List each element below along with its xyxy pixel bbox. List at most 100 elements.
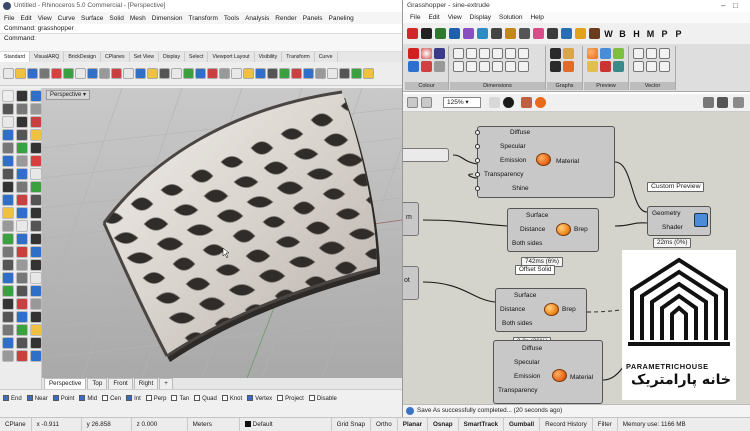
standard-tool-icon[interactable] bbox=[183, 68, 194, 79]
gumball-toggle[interactable]: Gumball bbox=[504, 418, 541, 431]
maximize-icon[interactable]: □ bbox=[733, 0, 738, 12]
gh-menu-item-help[interactable]: Help bbox=[530, 14, 543, 21]
modeling-tool-icon[interactable] bbox=[2, 259, 14, 271]
display-tab-icon[interactable] bbox=[533, 28, 544, 39]
osnap-cen[interactable]: Cen bbox=[102, 395, 121, 402]
gh-plugin-tab[interactable]: P bbox=[673, 28, 684, 40]
menu-item-transform[interactable]: Transform bbox=[189, 15, 218, 22]
toolbar-tab-select[interactable]: Select bbox=[185, 52, 209, 62]
modeling-tool-icon[interactable] bbox=[16, 285, 28, 297]
osnap-checkbox[interactable] bbox=[102, 395, 109, 401]
modeling-tool-icon[interactable] bbox=[30, 311, 42, 323]
osnap-end[interactable]: End bbox=[3, 395, 22, 402]
dim-tag-icon[interactable] bbox=[492, 61, 503, 72]
standard-tool-icon[interactable] bbox=[291, 68, 302, 79]
surface-tab-icon[interactable] bbox=[477, 28, 488, 39]
modeling-tool-icon[interactable] bbox=[30, 324, 42, 336]
preview-eye-icon[interactable] bbox=[503, 97, 514, 108]
custom-preview-component[interactable]: Geometry Shader bbox=[647, 206, 711, 236]
standard-tool-icon[interactable] bbox=[39, 68, 50, 79]
colour-cmyk-icon[interactable] bbox=[408, 61, 419, 72]
osnap-checkbox[interactable] bbox=[277, 395, 284, 401]
osnap-checkbox[interactable] bbox=[247, 395, 254, 401]
standard-tool-icon[interactable] bbox=[51, 68, 62, 79]
osnap-checkbox[interactable] bbox=[52, 395, 59, 401]
colour-rgb-icon[interactable] bbox=[408, 48, 419, 59]
params-tab-icon[interactable] bbox=[407, 28, 418, 39]
modeling-tool-icon[interactable] bbox=[30, 285, 42, 297]
gh-plugin-tab[interactable]: P bbox=[659, 28, 670, 40]
menu-item-dimension[interactable]: Dimension bbox=[152, 15, 183, 22]
transform-tab-icon[interactable] bbox=[519, 28, 530, 39]
shaded-preview-icon[interactable] bbox=[535, 97, 546, 108]
standard-tool-icon[interactable] bbox=[75, 68, 86, 79]
dim-angular-icon[interactable] bbox=[466, 48, 477, 59]
modeling-tool-icon[interactable] bbox=[16, 337, 28, 349]
modeling-tool-icon[interactable] bbox=[30, 207, 42, 219]
gh-plugin-tab[interactable]: M bbox=[645, 28, 656, 40]
modeling-tool-icon[interactable] bbox=[16, 298, 28, 310]
menu-item-mesh[interactable]: Mesh bbox=[130, 15, 146, 22]
filter-toggle[interactable]: Filter bbox=[593, 418, 618, 431]
osnap-project[interactable]: Project bbox=[277, 395, 304, 402]
sets-tab-icon[interactable] bbox=[435, 28, 446, 39]
modeling-tool-icon[interactable] bbox=[16, 207, 28, 219]
vector-tab-icon[interactable] bbox=[449, 28, 460, 39]
cloud-display-icon[interactable] bbox=[613, 48, 624, 59]
dim-arrow-icon[interactable] bbox=[505, 61, 516, 72]
shader1-port[interactable] bbox=[475, 130, 480, 135]
osnap-quad[interactable]: Quad bbox=[194, 395, 217, 402]
toolbar-tab-set-view[interactable]: Set View bbox=[130, 52, 160, 62]
standard-tool-icon[interactable] bbox=[219, 68, 230, 79]
pufferfish-tab-icon[interactable] bbox=[575, 28, 586, 39]
planar-toggle[interactable]: Planar bbox=[398, 418, 429, 431]
modeling-tool-icon[interactable] bbox=[2, 129, 14, 141]
modeling-tool-icon[interactable] bbox=[30, 103, 42, 115]
standard-tool-icon[interactable] bbox=[363, 68, 374, 79]
point-order-icon[interactable] bbox=[633, 61, 644, 72]
modeling-tool-icon[interactable] bbox=[2, 181, 14, 193]
modeling-tool-icon[interactable] bbox=[2, 220, 14, 232]
bar-graph-icon[interactable] bbox=[563, 48, 574, 59]
gh-menu-item-file[interactable]: File bbox=[410, 14, 420, 21]
standard-tool-icon[interactable] bbox=[339, 68, 350, 79]
modeling-tool-icon[interactable] bbox=[2, 207, 14, 219]
layer-indicator[interactable]: Default bbox=[240, 418, 332, 431]
open-file-icon[interactable] bbox=[407, 97, 418, 108]
toolbar-tab-standard[interactable]: Standard bbox=[0, 52, 31, 62]
osnap-point[interactable]: Point bbox=[52, 395, 74, 402]
shader1-port[interactable] bbox=[475, 172, 480, 177]
menu-item-tools[interactable]: Tools bbox=[224, 15, 239, 22]
modeling-tool-icon[interactable] bbox=[2, 103, 14, 115]
vector-display-ex-icon[interactable] bbox=[646, 48, 657, 59]
toolbar-tab-viewport-layout[interactable]: Viewport Layout bbox=[208, 52, 255, 62]
osnap-mid[interactable]: Mid bbox=[79, 395, 97, 402]
viewport-title[interactable]: Perspective ▾ bbox=[46, 90, 91, 100]
osnap-checkbox[interactable] bbox=[194, 395, 201, 401]
modeling-tool-icon[interactable] bbox=[16, 220, 28, 232]
create-material-component-1[interactable]: Diffuse Specular Emission Transparency S… bbox=[475, 126, 615, 198]
toolbar-tab-visualarq[interactable]: VisualARQ bbox=[30, 52, 65, 62]
standard-tool-icon[interactable] bbox=[255, 68, 266, 79]
osnap-checkbox[interactable] bbox=[3, 395, 9, 401]
modeling-tool-icon[interactable] bbox=[30, 90, 42, 102]
modeling-tool-icon[interactable] bbox=[16, 155, 28, 167]
standard-tool-icon[interactable] bbox=[315, 68, 326, 79]
viewport-tab-perspective[interactable]: Perspective bbox=[44, 377, 87, 390]
plane-display-icon[interactable] bbox=[659, 61, 670, 72]
minimize-icon[interactable]: – bbox=[721, 0, 725, 12]
create-material-component-2[interactable]: Diffuse Specular Emission Transparency M… bbox=[493, 340, 603, 404]
modeling-tool-icon[interactable] bbox=[2, 116, 14, 128]
modeling-tool-icon[interactable] bbox=[16, 259, 28, 271]
menu-item-analysis[interactable]: Analysis bbox=[245, 15, 269, 22]
modeling-tool-icon[interactable] bbox=[30, 181, 42, 193]
canvas-settings-icon[interactable] bbox=[733, 97, 744, 108]
dim-linear-icon[interactable] bbox=[505, 48, 516, 59]
standard-tool-icon[interactable] bbox=[327, 68, 338, 79]
gradient-preview-icon[interactable] bbox=[613, 61, 624, 72]
menu-item-file[interactable]: File bbox=[4, 15, 14, 22]
quick-graph-icon[interactable] bbox=[550, 61, 561, 72]
modeling-tool-icon[interactable] bbox=[16, 272, 28, 284]
menu-item-curve[interactable]: Curve bbox=[58, 15, 75, 22]
viewport-tab-front[interactable]: Front bbox=[108, 377, 133, 390]
